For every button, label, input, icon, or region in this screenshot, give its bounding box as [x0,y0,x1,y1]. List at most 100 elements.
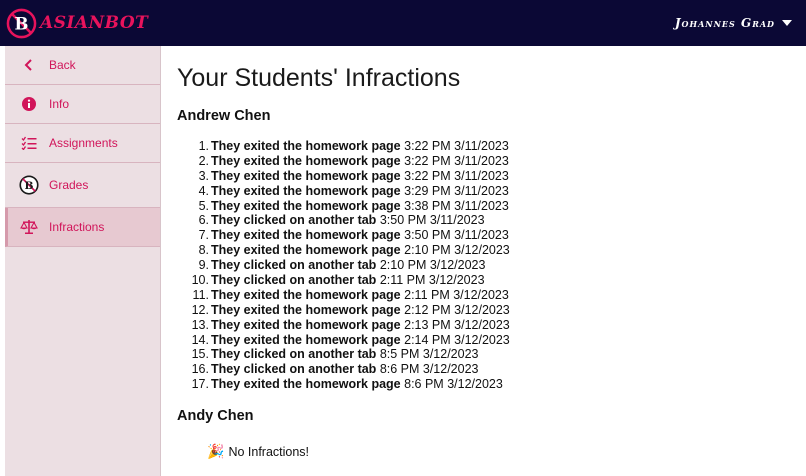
infraction-number: 15. [191,347,209,362]
infraction-item: 17. They exited the homework page 8:6 PM … [187,377,797,392]
infraction-time: 2:10 PM 3/12/2023 [404,243,510,258]
infraction-time: 3:50 PM 3/11/2023 [404,228,509,243]
user-name: Johannes Grad [674,16,775,30]
infraction-item: 12. They exited the homework page 2:12 PM… [187,303,797,318]
infraction-action: They clicked on another tab [211,362,377,377]
infraction-time: 3:22 PM 3/11/2023 [404,153,509,168]
infraction-time: 2:11 PM 3/12/2023 [379,273,485,288]
student-name: Andrew Chen [177,108,271,124]
infraction-list: 1. They exited the homework page 3:22 PM … [177,139,797,392]
asianbot-logo-icon: B [19,175,39,195]
infraction-action: They exited the homework page [211,377,401,392]
infraction-number: 5. [198,198,209,213]
infraction-action: They clicked on another tab [211,347,377,362]
infraction-item: 6. They clicked on another tab 3:50 PM 3/… [187,213,797,228]
student-name: Andy Chen [177,408,254,425]
scale-icon [19,217,39,237]
sidebar-item-label: Back [49,58,76,72]
infraction-time: 8:5 PM 3/12/2023 [379,347,479,362]
infraction-number: 10. [191,273,209,288]
chevron-left-icon [19,55,39,75]
infraction-number: 12. [191,302,209,317]
infraction-number: 13. [191,317,209,332]
infraction-item: 10. They clicked on another tab 2:11 PM 3… [187,273,797,288]
info-icon [19,94,39,114]
infraction-number: 3. [198,168,209,183]
infraction-number: 11. [192,287,209,302]
infraction-item: 14. They exited the homework page 2:14 PM… [187,333,797,348]
infraction-action: They exited the homework page [211,153,401,168]
sidebar-item-label: Infractions [49,220,105,234]
infraction-action: They exited the homework page [211,139,401,153]
infraction-number: 9. [198,258,209,273]
infraction-time: 3:22 PM 3/11/2023 [404,168,509,183]
top-navbar: B ASIANBOT Johannes Grad [0,0,806,46]
infraction-item: 3. They exited the homework page 3:22 PM … [187,169,797,184]
caret-down-icon [782,20,792,26]
sidebar-item-label: Assignments [49,136,118,150]
infraction-action: They exited the homework page [211,198,401,213]
infraction-time: 3:29 PM 3/11/2023 [404,183,509,198]
infraction-action: They exited the homework page [211,168,401,183]
infraction-number: 8. [198,243,209,258]
infraction-action: They exited the homework page [211,302,401,317]
infraction-item: 13. They exited the homework page 2:13 PM… [187,318,797,333]
infraction-item: 4. They exited the homework page 3:29 PM … [187,184,797,199]
asianbot-logo-icon: B [6,8,37,38]
infraction-time: 8:6 PM 3/12/2023 [379,362,479,377]
infraction-item: 5. They exited the homework page 3:38 PM … [187,199,797,214]
infraction-item: 9. They clicked on another tab 2:10 PM 3/… [187,258,797,273]
sidebar-item-infractions[interactable]: Infractions [5,208,160,247]
infraction-time: 2:12 PM 3/12/2023 [404,302,510,317]
infraction-time: 3:50 PM 3/11/2023 [379,213,485,228]
infraction-number: 17. [191,377,209,392]
infraction-action: They exited the homework page [211,287,401,302]
party-popper-icon: 🎉 [207,443,225,460]
infraction-number: 2. [198,153,209,168]
no-infractions-message: 🎉 No Infractions! [177,443,797,460]
infraction-item: 8. They exited the homework page 2:10 PM … [187,243,797,258]
infraction-number: 14. [191,332,209,347]
infraction-number: 4. [198,183,209,198]
sidebar-item-info[interactable]: Info [5,85,160,124]
infraction-time: 2:10 PM 3/12/2023 [379,258,486,273]
sidebar: Back Info Assignments B Grades Infractio… [5,46,161,476]
sidebar-item-label: Grades [49,178,89,192]
sidebar-item-back[interactable]: Back [5,46,160,85]
infraction-item: 1. They exited the homework page 3:22 PM … [187,139,797,154]
svg-text:B: B [25,179,34,192]
sidebar-item-label: Info [49,97,70,111]
sidebar-item-grades[interactable]: B Grades [5,163,160,208]
sidebar-item-assignments[interactable]: Assignments [5,124,160,163]
infraction-item: 16. They clicked on another tab 8:6 PM 3/… [187,362,797,377]
infraction-item: 2. They exited the homework page 3:22 PM … [187,154,797,169]
infraction-item: 7. They exited the homework page 3:50 PM … [187,228,797,243]
infraction-action: They exited the homework page [211,183,401,198]
checklist-icon [19,133,39,153]
infraction-number: 6. [198,213,209,228]
main-content: Your Students' Infractions Andrew Chen 1… [177,46,797,460]
brand-name: ASIANBOT [40,13,149,33]
brand-home-link[interactable]: B ASIANBOT [6,8,148,39]
infraction-action: They exited the homework page [211,317,401,332]
svg-text:B: B [15,14,29,33]
infraction-number: 16. [191,362,209,377]
infraction-item: 15. They clicked on another tab 8:5 PM 3/… [187,347,797,362]
infraction-time: 3:38 PM 3/11/2023 [404,198,509,213]
infraction-time: 2:11 PM 3/12/2023 [404,287,509,302]
infraction-time: 2:13 PM 3/12/2023 [404,317,510,332]
infraction-item: 11. They exited the homework page 2:11 PM… [187,288,797,303]
infraction-action: They exited the homework page [211,243,401,258]
infraction-time: 3:22 PM 3/11/2023 [404,139,509,153]
infraction-action: They exited the homework page [211,332,401,347]
user-menu[interactable]: Johannes Grad [675,16,792,30]
no-infractions-text: No Infractions! [228,444,310,459]
infraction-time: 2:14 PM 3/12/2023 [404,332,510,347]
infraction-number: 1. [198,139,209,153]
infraction-action: They exited the homework page [211,228,401,243]
infraction-number: 7. [198,228,209,243]
infraction-action: They clicked on another tab [211,213,377,228]
infraction-action: They clicked on another tab [211,258,377,273]
infraction-time: 8:6 PM 3/12/2023 [404,377,503,392]
infraction-action: They clicked on another tab [211,273,377,288]
